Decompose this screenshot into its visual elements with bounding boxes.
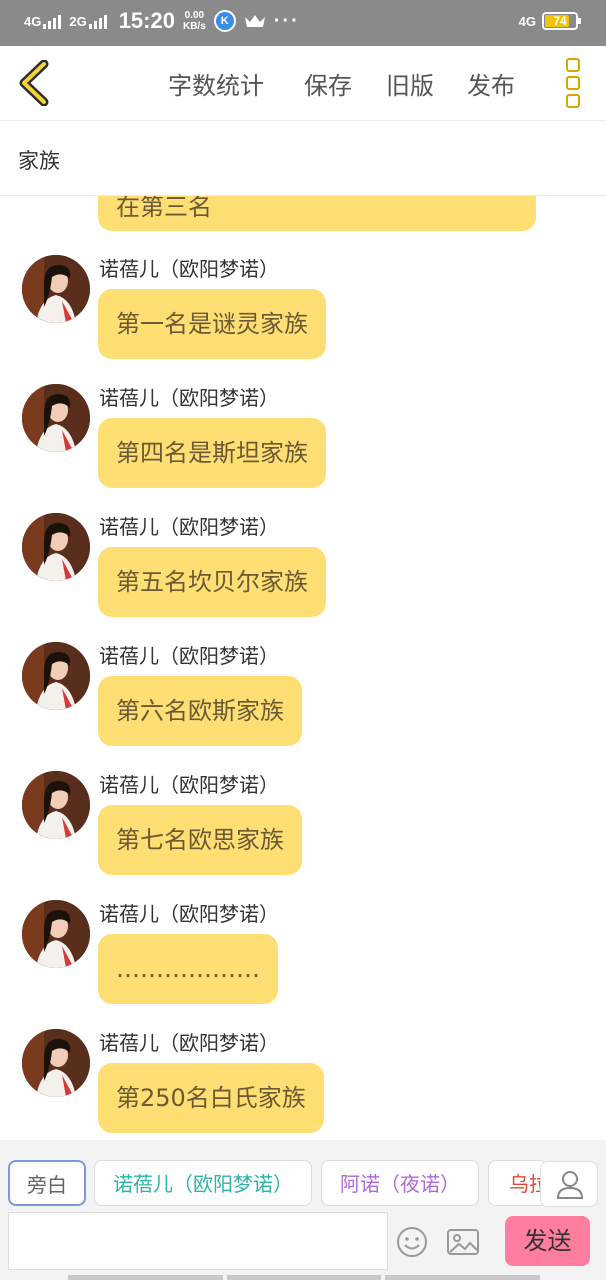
navigation-strip xyxy=(68,1275,541,1280)
role-chip-label: 旁白 xyxy=(27,1173,67,1197)
sender-name: 诺蓓儿（欧阳梦诺） xyxy=(99,1031,279,1055)
speed-value: 0.00 xyxy=(184,10,205,21)
role-chip-wula[interactable]: 乌拉 xyxy=(488,1160,548,1206)
old-version-button[interactable]: 旧版 xyxy=(386,66,434,101)
sender-name: 诺蓓儿（欧阳梦诺） xyxy=(99,902,279,926)
message-bubble[interactable]: 第四名是斯坦家族 xyxy=(98,418,326,488)
word-count-button[interactable]: 字数统计 xyxy=(168,66,264,101)
role-chip-label: 诺蓓儿（欧阳梦诺） xyxy=(113,1172,293,1196)
add-character-button[interactable] xyxy=(540,1161,598,1207)
crown-icon xyxy=(244,15,265,27)
message-bubble[interactable]: 第250名白氏家族 xyxy=(98,1063,324,1133)
back-arrow-icon xyxy=(19,59,49,107)
menu-dot-icon xyxy=(566,58,580,72)
avatar[interactable] xyxy=(22,255,90,323)
network-4g-label: 4G xyxy=(518,13,536,29)
avatar[interactable] xyxy=(22,384,90,452)
signal-2g-label: 2G xyxy=(69,14,87,29)
menu-dot-icon xyxy=(566,76,580,90)
chat-message: 诺蓓儿（欧阳梦诺） 第一名是谜灵家族 xyxy=(0,255,606,375)
back-button[interactable] xyxy=(16,59,52,107)
role-chip-narrator[interactable]: 旁白 xyxy=(8,1160,86,1206)
battery-level: 74 xyxy=(553,14,567,28)
message-bubble[interactable]: 第一名是谜灵家族 xyxy=(98,289,326,359)
story-title-bar[interactable]: 家族 xyxy=(0,121,606,196)
sender-name: 诺蓓儿（欧阳梦诺） xyxy=(99,644,279,668)
avatar[interactable] xyxy=(22,1029,90,1097)
sender-name: 诺蓓儿（欧阳梦诺） xyxy=(99,257,279,281)
composer-panel: 旁白 诺蓓儿（欧阳梦诺） 阿诺（夜诺） 乌拉 发送 xyxy=(0,1140,606,1280)
message-input[interactable] xyxy=(8,1212,388,1270)
avatar[interactable] xyxy=(22,900,90,968)
chat-message: 诺蓓儿（欧阳梦诺） 第五名坎贝尔家族 xyxy=(0,513,606,633)
message-bubble[interactable]: 第七名欧思家族 xyxy=(98,805,302,875)
signal-4g-label: 4G xyxy=(24,14,42,29)
role-chip-anuo[interactable]: 阿诺（夜诺） xyxy=(321,1160,479,1206)
menu-dot-icon xyxy=(566,94,580,108)
network-speed: 0.00 KB/s xyxy=(183,10,206,32)
speed-unit: KB/s xyxy=(182,21,206,32)
clock: 15:20 xyxy=(118,8,175,33)
signal-4g: 4G xyxy=(24,13,62,29)
sender-name: 诺蓓儿（欧阳梦诺） xyxy=(99,773,279,797)
signal-2g: 2G xyxy=(69,13,107,29)
send-button[interactable]: 发送 xyxy=(505,1216,590,1266)
more-notifications-icon: ··· xyxy=(273,9,300,32)
chat-message: 诺蓓儿（欧阳梦诺） 第七名欧思家族 xyxy=(0,771,606,891)
status-bar: 4G 2G 15:20 0.00 KB/s K ··· 4G 74 xyxy=(0,0,606,46)
save-button[interactable]: 保存 xyxy=(304,66,352,101)
top-toolbar: 字数统计 保存 旧版 发布 xyxy=(0,46,606,121)
sender-name: 诺蓓儿（欧阳梦诺） xyxy=(99,386,279,410)
more-menu-button[interactable] xyxy=(566,58,584,108)
battery-icon: 74 xyxy=(542,12,581,30)
avatar[interactable] xyxy=(22,771,90,839)
chat-message: 诺蓓儿（欧阳梦诺） ……………… xyxy=(0,900,606,1020)
k-app-icon: K xyxy=(213,10,236,32)
image-icon xyxy=(447,1229,479,1255)
message-text: 在第三名 xyxy=(116,195,212,221)
signal-bars-icon xyxy=(88,13,107,29)
role-chip-nuobeier[interactable]: 诺蓓儿（欧阳梦诺） xyxy=(94,1160,312,1206)
emoji-button[interactable] xyxy=(396,1226,428,1258)
story-title: 家族 xyxy=(18,149,60,173)
message-bubble[interactable]: 第五名坎贝尔家族 xyxy=(98,547,326,617)
signal-bars-icon xyxy=(43,13,62,29)
chat-message: 诺蓓儿（欧阳梦诺） 第六名欧斯家族 xyxy=(0,642,606,762)
person-icon xyxy=(556,1171,584,1199)
chat-message: 诺蓓儿（欧阳梦诺） 第四名是斯坦家族 xyxy=(0,384,606,504)
publish-button[interactable]: 发布 xyxy=(467,66,515,101)
message-bubble-partial[interactable]: 在第三名 xyxy=(98,195,536,231)
chat-feed[interactable]: 在第三名 诺蓓儿（欧阳梦诺） 第一名是谜灵家族 诺蓓儿（欧阳梦诺） 第四名是斯坦家族诺… xyxy=(0,195,606,1140)
chat-message: 诺蓓儿（欧阳梦诺） 第250名白氏家族 xyxy=(0,1029,606,1140)
message-bubble[interactable]: 第六名欧斯家族 xyxy=(98,676,302,746)
avatar[interactable] xyxy=(22,513,90,581)
role-chip-label: 阿诺（夜诺） xyxy=(340,1172,460,1196)
image-button[interactable] xyxy=(446,1228,480,1256)
avatar[interactable] xyxy=(22,642,90,710)
sender-name: 诺蓓儿（欧阳梦诺） xyxy=(99,515,279,539)
emoji-icon xyxy=(397,1227,427,1257)
message-bubble[interactable]: ……………… xyxy=(98,934,278,1004)
